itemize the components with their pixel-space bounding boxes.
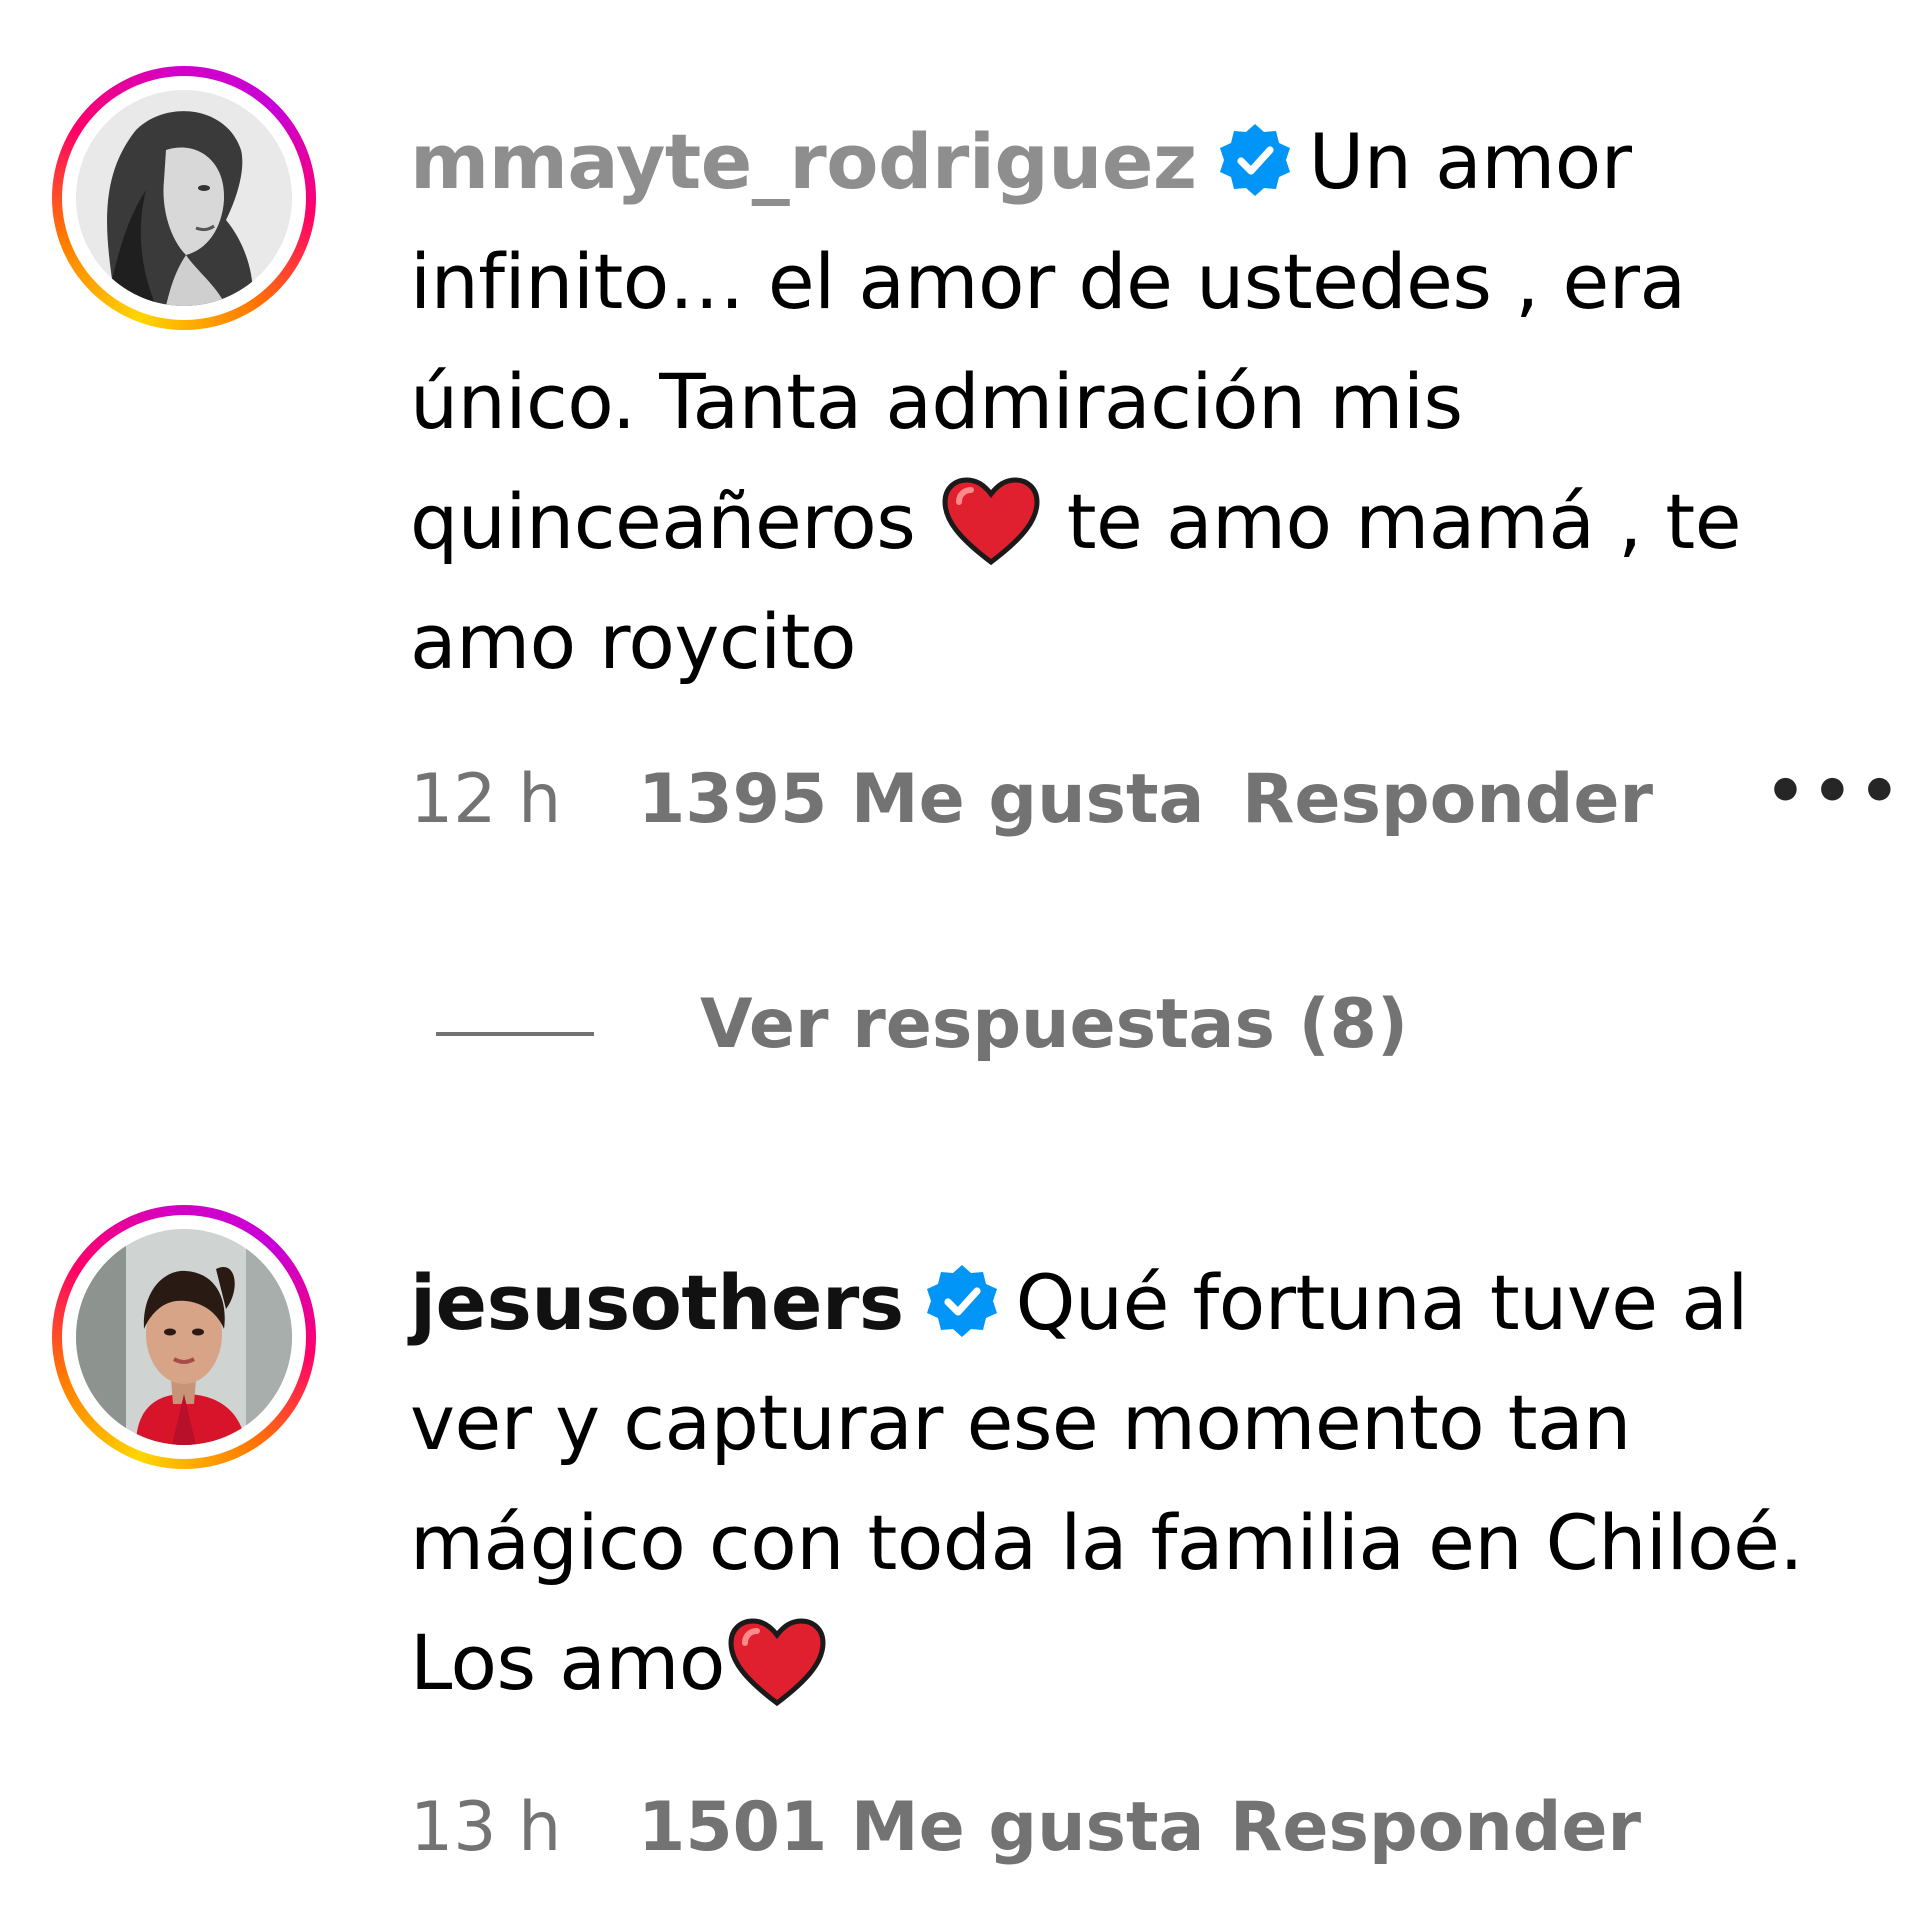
comment-time[interactable]: 13 h <box>410 1788 561 1867</box>
avatar-story-ring[interactable] <box>52 1205 316 1469</box>
more-options-icon[interactable]: ••• <box>1765 755 1906 829</box>
reply-button[interactable]: Responder <box>1230 1788 1641 1867</box>
replies-divider-line <box>436 1032 594 1036</box>
avatar-story-ring[interactable] <box>52 66 316 330</box>
avatar-photo-woman <box>76 1229 292 1445</box>
red-heart-emoji <box>728 1618 826 1707</box>
comment-username[interactable]: mmayte_rodriguez <box>410 117 1197 206</box>
avatar-photo-bw <box>76 90 292 306</box>
avatar[interactable] <box>76 90 292 306</box>
avatar[interactable] <box>76 1229 292 1445</box>
view-replies-button[interactable]: Ver respuestas (8) <box>700 985 1408 1064</box>
verified-badge-icon <box>1219 124 1290 196</box>
comment-body: mmayte_rodriguez Un amor infinito… el am… <box>410 102 1850 702</box>
verified-badge-icon <box>926 1265 997 1337</box>
reply-button[interactable]: Responder <box>1242 760 1653 839</box>
avatar-ring-gap <box>62 1215 306 1459</box>
comment-likes[interactable]: 1395 Me gusta <box>638 760 1204 839</box>
comment-username[interactable]: jesusothers <box>410 1258 904 1347</box>
comment-time[interactable]: 12 h <box>410 760 561 839</box>
comment-likes[interactable]: 1501 Me gusta <box>638 1788 1204 1867</box>
avatar-ring-gap <box>62 76 306 320</box>
red-heart-emoji <box>942 477 1040 566</box>
comment-body: jesusothers Qué fortuna tuve al ver y ca… <box>410 1243 1850 1723</box>
